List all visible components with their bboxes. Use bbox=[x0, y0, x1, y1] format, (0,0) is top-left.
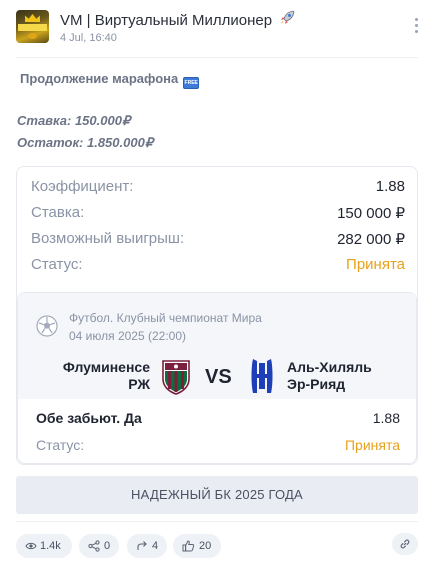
share-icon bbox=[88, 540, 100, 552]
stake-value: 150 000 ₽ bbox=[337, 205, 405, 222]
team-b-line1: Аль-Хиляль bbox=[287, 359, 372, 375]
copy-link-button[interactable] bbox=[392, 533, 418, 555]
avatar-strip bbox=[18, 24, 47, 31]
forwards-count: 4 bbox=[152, 540, 159, 552]
match-status-row: Статус: Принята bbox=[36, 437, 400, 457]
balance-line: Остаток: 1.850.000₽ bbox=[17, 135, 154, 150]
fluminense-crest-icon bbox=[162, 360, 190, 395]
views-counter: 1.4k bbox=[16, 534, 72, 558]
team-b-name: Аль-Хиляль Эр-Рияд bbox=[287, 359, 397, 393]
outcome-row: Обе забьют. Да 1.88 bbox=[36, 410, 400, 430]
more-options-icon[interactable] bbox=[410, 16, 422, 38]
free-badge: FREE bbox=[183, 77, 200, 89]
odds-label: Коэффициент: bbox=[31, 178, 134, 195]
crown-icon bbox=[25, 14, 40, 22]
like-button[interactable]: 20 bbox=[173, 534, 221, 558]
team-a-line2: РЖ bbox=[128, 376, 150, 392]
eye-icon bbox=[25, 542, 37, 550]
status-label: Статус: bbox=[31, 256, 83, 273]
match-card: Футбол. Клубный чемпионат Мира 04 июля 2… bbox=[17, 292, 417, 464]
team-a-line1: Флуминенсе bbox=[62, 359, 150, 375]
channel-title[interactable]: VM | Виртуальный Миллионер bbox=[60, 12, 272, 29]
match-status-label: Статус: bbox=[36, 437, 85, 453]
post-header: VM | Виртуальный Миллионер 4 Jul, 16:40 bbox=[0, 0, 436, 56]
views-count: 1.4k bbox=[40, 540, 61, 552]
post-heading: Продолжение марафона FREE bbox=[20, 71, 200, 89]
channel-title-row[interactable]: VM | Виртуальный Миллионер bbox=[60, 9, 296, 29]
stake-row: Ставка: 150 000 ₽ bbox=[31, 204, 405, 226]
odds-row: Коэффициент: 1.88 bbox=[31, 178, 405, 200]
link-icon bbox=[400, 539, 410, 549]
share-button[interactable]: 0 bbox=[79, 534, 119, 558]
thumbs-up-icon bbox=[182, 540, 195, 552]
match-header: Футбол. Клубный чемпионат Мира 04 июля 2… bbox=[18, 293, 416, 399]
bet-card: Коэффициент: 1.88 Ставка: 150 000 ₽ Возм… bbox=[16, 166, 418, 465]
stake-line: Ставка: 150.000₽ bbox=[17, 113, 131, 128]
payout-label: Возможный выигрыш: bbox=[31, 230, 185, 247]
al-hilal-crest-icon bbox=[251, 359, 273, 393]
payout-row: Возможный выигрыш: 282 000 ₽ bbox=[31, 230, 405, 252]
status-row: Статус: Принята bbox=[31, 256, 405, 278]
promo-banner-button[interactable]: НАДЕЖНЫЙ БК 2025 ГОДА bbox=[16, 476, 418, 514]
match-date: 04 июля 2025 (22:00) bbox=[69, 329, 187, 343]
odds-value: 1.88 bbox=[375, 178, 405, 195]
team-a-name: Флуминенсе РЖ bbox=[56, 359, 150, 393]
outcome-odds: 1.88 bbox=[372, 410, 400, 426]
outcome-label: Обе забьют. Да bbox=[36, 410, 142, 426]
post-timestamp: 4 Jul, 16:40 bbox=[60, 32, 117, 44]
rocket-icon bbox=[281, 10, 295, 24]
soccer-ball-icon bbox=[36, 315, 58, 337]
forward-button[interactable]: 4 bbox=[127, 534, 167, 558]
likes-count: 20 bbox=[199, 540, 212, 552]
match-status-value: Принята bbox=[344, 437, 400, 453]
avatar-coin bbox=[28, 33, 37, 39]
versus-label: VS bbox=[205, 366, 232, 388]
divider bbox=[16, 57, 418, 58]
divider bbox=[16, 521, 418, 522]
forward-icon bbox=[137, 541, 147, 550]
team-b-line2: Эр-Рияд bbox=[287, 376, 346, 392]
sport-tournament: Футбол. Клубный чемпионат Мира bbox=[69, 311, 262, 325]
shares-count: 0 bbox=[104, 540, 111, 552]
post-heading-text: Продолжение марафона bbox=[20, 71, 179, 86]
stake-label: Ставка: bbox=[31, 204, 85, 221]
status-value: Принята bbox=[346, 256, 405, 273]
payout-value: 282 000 ₽ bbox=[337, 231, 405, 248]
channel-avatar[interactable] bbox=[16, 10, 49, 43]
